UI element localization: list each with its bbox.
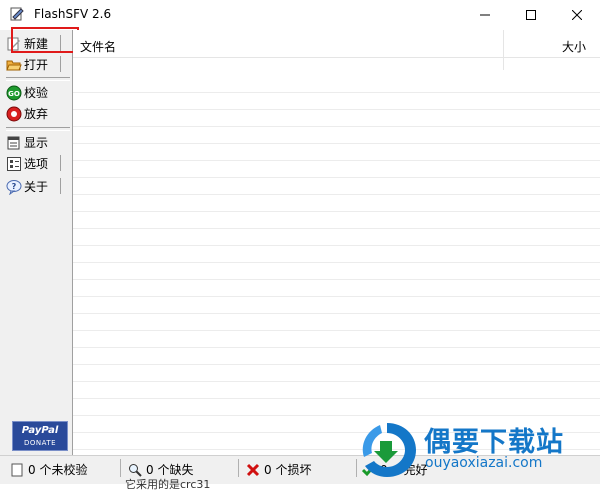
- status-unverified-text: 0 个未校验: [28, 463, 88, 477]
- status-subtext: 它采用的是crc31: [125, 478, 211, 491]
- status-broken: 0 个损坏: [246, 461, 311, 478]
- about-label: 关于: [24, 180, 49, 194]
- about-button[interactable]: ? 关于: [6, 176, 48, 197]
- close-icon: [572, 10, 582, 20]
- watermark-logo: [362, 423, 416, 477]
- watermark-url: ouyaoxiazai.com: [425, 455, 543, 471]
- status-divider: [238, 459, 239, 477]
- toolbar-separator: [60, 155, 61, 171]
- display-button[interactable]: 显示: [6, 132, 48, 153]
- column-header-size[interactable]: 大小: [562, 38, 586, 55]
- title-bar[interactable]: FlashSFV 2.6: [0, 0, 600, 30]
- toolbar-group-divider: [6, 77, 70, 81]
- maximize-button[interactable]: [508, 0, 554, 30]
- display-label: 显示: [24, 136, 49, 150]
- display-icon: [6, 135, 22, 151]
- options-label: 选项: [24, 157, 49, 171]
- toolbar-group-divider: [6, 127, 70, 131]
- app-window: FlashSFV 2.6 新建 打开 GO 校验 放弃 显示 选项 ? 关于 P…: [0, 0, 600, 491]
- file-list[interactable]: 文件名 大小: [73, 30, 600, 486]
- toolbar-separator: [60, 56, 61, 72]
- toolbar-separator: [60, 178, 61, 194]
- status-broken-text: 0 个损坏: [264, 463, 312, 477]
- svg-text:GO: GO: [8, 90, 20, 98]
- open-button[interactable]: 打开: [6, 54, 48, 75]
- highlight-box: [11, 27, 79, 53]
- flashsfv-app-icon: [10, 7, 24, 21]
- open-label: 打开: [24, 58, 49, 72]
- paypal-donate-button[interactable]: PayPal DONATE: [12, 421, 68, 451]
- list-header: 文件名 大小: [73, 30, 600, 58]
- options-icon: [6, 156, 22, 172]
- column-header-filename[interactable]: 文件名: [80, 38, 116, 55]
- options-button[interactable]: 选项: [6, 153, 48, 174]
- minimize-icon: [480, 14, 490, 16]
- left-toolbar: 新建 打开 GO 校验 放弃 显示 选项 ? 关于 PayPal DONATE: [0, 30, 73, 455]
- abort-label: 放弃: [24, 107, 49, 121]
- paypal-brand: PayPal: [21, 425, 59, 436]
- verify-label: 校验: [24, 86, 49, 100]
- go-icon: GO: [6, 85, 22, 101]
- site-watermark: 偶要下载站 ouyaoxiazai.com: [350, 415, 600, 483]
- broken-x-icon: [246, 463, 260, 477]
- abort-button[interactable]: 放弃: [6, 103, 48, 124]
- window-title: FlashSFV 2.6: [34, 7, 112, 21]
- status-unverified: 0 个未校验: [10, 461, 87, 478]
- watermark-title: 偶要下载站: [424, 427, 564, 458]
- help-icon: ?: [6, 179, 22, 195]
- open-folder-icon: [6, 57, 22, 73]
- maximize-icon: [526, 10, 536, 20]
- svg-text:?: ?: [12, 182, 17, 191]
- search-icon: [128, 463, 142, 477]
- stop-icon: [6, 106, 22, 122]
- unverified-icon: [10, 463, 24, 477]
- verify-button[interactable]: GO 校验: [6, 82, 48, 103]
- status-divider: [120, 459, 121, 477]
- column-divider[interactable]: [503, 30, 504, 70]
- close-button[interactable]: [554, 0, 600, 30]
- minimize-button[interactable]: [462, 0, 508, 30]
- paypal-donate-caption: DONATE: [23, 439, 57, 447]
